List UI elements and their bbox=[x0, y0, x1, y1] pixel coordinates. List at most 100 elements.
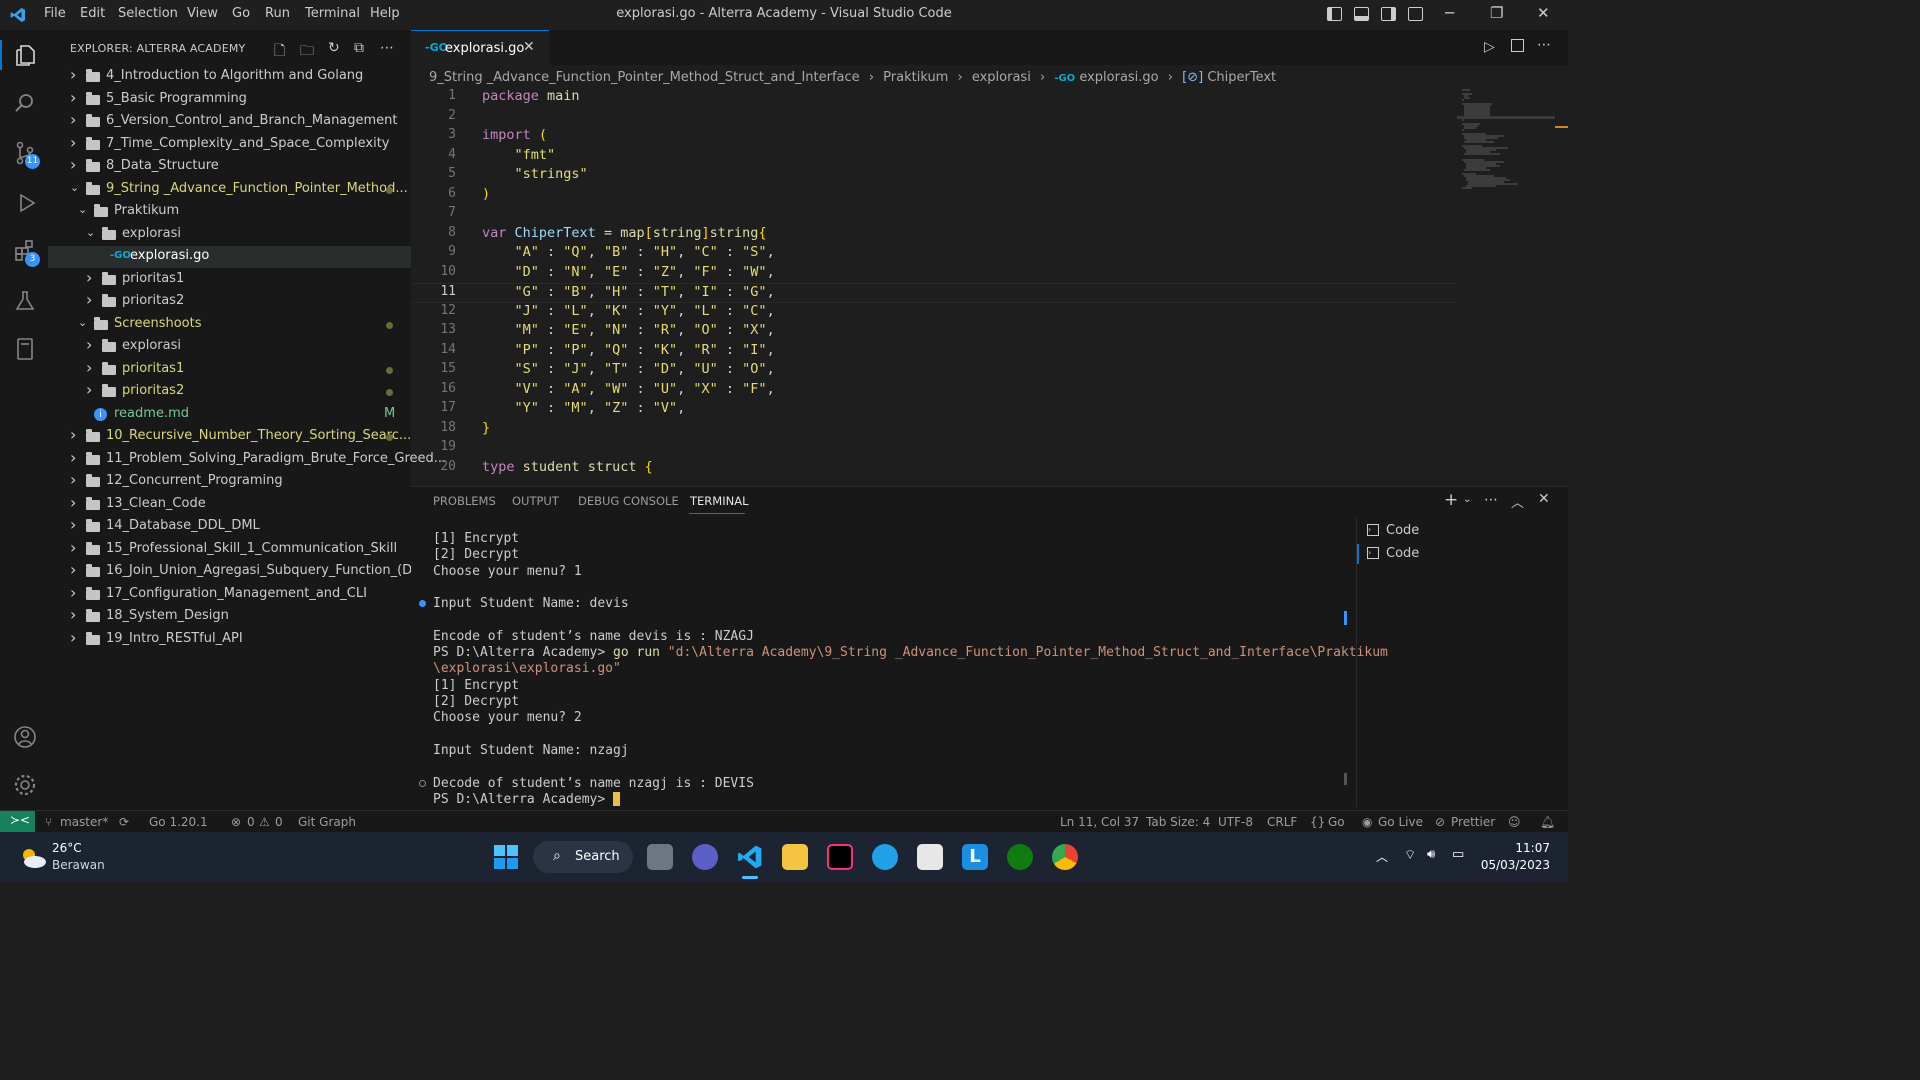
git-branch[interactable]: master* bbox=[60, 815, 108, 829]
menu-terminal[interactable]: Terminal bbox=[305, 6, 360, 21]
menu-selection[interactable]: Selection bbox=[118, 6, 178, 21]
search-icon[interactable] bbox=[12, 90, 38, 116]
editor-more-icon[interactable]: ⋯ bbox=[1537, 37, 1551, 53]
restore-icon[interactable]: ❐ bbox=[1490, 4, 1503, 22]
tree-item[interactable]: › prioritas2 bbox=[48, 290, 411, 313]
wifi-icon[interactable]: ⌔ bbox=[1404, 847, 1416, 863]
show-hidden-icons-icon[interactable]: ︿ bbox=[1376, 848, 1388, 865]
remote-explorer-icon[interactable] bbox=[12, 336, 38, 362]
feedback-icon[interactable]: ☺ bbox=[1508, 815, 1521, 829]
code-line[interactable]: 18} bbox=[411, 420, 1456, 440]
tree-item[interactable]: › 19_Intro_RESTful_API bbox=[48, 628, 411, 651]
tree-item[interactable]: › 13_Clean_Code bbox=[48, 493, 411, 516]
chevron-right-icon[interactable]: › bbox=[70, 470, 82, 489]
chevron-right-icon[interactable]: › bbox=[70, 493, 82, 512]
edge-browser-icon[interactable] bbox=[872, 844, 898, 870]
line-ending[interactable]: CRLF bbox=[1267, 815, 1297, 829]
tree-item[interactable]: › 17_Configuration_Management_and_CLI bbox=[48, 583, 411, 606]
menu-view[interactable]: View bbox=[187, 6, 218, 21]
chevron-down-icon[interactable]: ⌄ bbox=[70, 181, 82, 194]
tree-item[interactable]: › 14_Database_DDL_DML bbox=[48, 515, 411, 538]
intellij-icon[interactable] bbox=[827, 844, 853, 870]
tree-item[interactable]: › 10_Recursive_Number_Theory_Sorting_Sear… bbox=[48, 425, 411, 448]
tree-item[interactable]: ⌄ 9_String _Advance_Function_Pointer_Meth… bbox=[48, 179, 411, 201]
code-line[interactable]: 6) bbox=[411, 186, 1456, 206]
terminal-instance[interactable]: › Code bbox=[1367, 545, 1567, 565]
close-tab-icon[interactable]: ✕ bbox=[523, 39, 535, 55]
chevron-down-icon[interactable]: ⌄ bbox=[1463, 494, 1471, 505]
prettier[interactable]: Prettier bbox=[1451, 815, 1495, 829]
terminal-scrollbar[interactable] bbox=[1344, 773, 1347, 785]
encoding[interactable]: UTF-8 bbox=[1218, 815, 1253, 829]
code-line[interactable]: 13 "M" : "E", "N" : "R", "O" : "X", bbox=[411, 322, 1456, 342]
terminal-instance[interactable]: › Code bbox=[1367, 522, 1567, 542]
tree-item[interactable]: › 7_Time_Complexity_and_Space_Complexity bbox=[48, 133, 411, 156]
chevron-right-icon[interactable]: › bbox=[70, 155, 82, 174]
l-app-icon[interactable]: L bbox=[962, 844, 988, 870]
tree-item[interactable]: › prioritas1 bbox=[48, 268, 411, 291]
language-mode[interactable]: Go bbox=[1328, 815, 1345, 829]
code-line[interactable]: 14 "P" : "P", "Q" : "K", "R" : "I", bbox=[411, 342, 1456, 362]
code-line[interactable]: 3 import ( bbox=[411, 127, 1456, 147]
tree-item[interactable]: › 11_Problem_Solving_Paradigm_Brute_Force… bbox=[48, 448, 446, 471]
warning-count[interactable]: 0 bbox=[275, 815, 283, 829]
microsoft-store-icon[interactable] bbox=[917, 844, 943, 870]
chevron-right-icon[interactable]: › bbox=[86, 358, 98, 377]
chevron-right-icon[interactable]: › bbox=[70, 110, 82, 129]
tree-item[interactable]: › 5_Basic Programming bbox=[48, 88, 411, 111]
close-panel-icon[interactable]: ✕ bbox=[1538, 491, 1550, 507]
tree-item[interactable]: › 8_Data_Structure bbox=[48, 155, 411, 178]
chevron-right-icon[interactable]: › bbox=[70, 65, 82, 84]
code-line[interactable]: 10 "D" : "N", "E" : "Z", "F" : "W", bbox=[411, 264, 1456, 284]
tree-item[interactable]: › prioritas2 bbox=[48, 380, 411, 403]
tree-item[interactable]: -GO explorasi.go bbox=[48, 246, 411, 268]
chevron-right-icon[interactable]: › bbox=[86, 290, 98, 309]
clock-date[interactable]: 05/03/2023 bbox=[1480, 858, 1550, 872]
taskbar-search[interactable]: ⌕ Search bbox=[533, 841, 633, 873]
chevron-right-icon[interactable]: › bbox=[70, 583, 82, 602]
minimize-icon[interactable]: ─ bbox=[1445, 4, 1454, 22]
close-window-icon[interactable]: ✕ bbox=[1537, 4, 1550, 22]
toggle-secondary-sidebar-icon[interactable] bbox=[1381, 7, 1396, 21]
code-line[interactable]: 4 "fmt" bbox=[411, 147, 1456, 167]
code-line[interactable]: 19 bbox=[411, 439, 1456, 459]
chevron-right-icon[interactable]: › bbox=[70, 448, 82, 467]
run-file-icon[interactable]: ▷ bbox=[1484, 39, 1495, 55]
minimap[interactable] bbox=[1456, 88, 1556, 228]
chevron-right-icon[interactable]: › bbox=[70, 425, 82, 444]
chevron-right-icon[interactable]: › bbox=[70, 538, 82, 557]
tab-debug-console[interactable]: DEBUG CONSOLE bbox=[578, 494, 679, 508]
refresh-icon[interactable]: ↻ bbox=[328, 40, 340, 56]
battery-icon[interactable]: ▭ bbox=[1452, 847, 1464, 862]
go-live[interactable]: Go Live bbox=[1378, 815, 1423, 829]
chevron-right-icon[interactable]: › bbox=[86, 268, 98, 287]
breadcrumb-symbol[interactable]: ChiperText bbox=[1207, 70, 1276, 85]
code-line[interactable]: 15 "S" : "J", "T" : "D", "U" : "O", bbox=[411, 361, 1456, 381]
explorer-icon[interactable] bbox=[12, 42, 38, 68]
tree-item[interactable]: › explorasi bbox=[48, 335, 411, 358]
split-editor-icon[interactable] bbox=[1511, 39, 1524, 52]
tree-item[interactable]: › prioritas1 bbox=[48, 358, 411, 381]
tree-item[interactable]: › 6_Version_Control_and_Branch_Management bbox=[48, 110, 411, 133]
more-actions-icon[interactable]: ⋯ bbox=[380, 40, 394, 56]
code-line[interactable]: 11 "G" : "B", "H" : "T", "I" : "G", bbox=[411, 283, 1456, 303]
cursor-position[interactable]: Ln 11, Col 37 bbox=[1060, 815, 1139, 829]
code-line[interactable]: 16 "V" : "A", "W" : "U", "X" : "F", bbox=[411, 381, 1456, 401]
customize-layout-icon[interactable] bbox=[1408, 7, 1423, 21]
go-version[interactable]: Go 1.20.1 bbox=[149, 815, 208, 829]
task-view-icon[interactable] bbox=[647, 844, 673, 870]
new-terminal-icon[interactable]: + bbox=[1444, 490, 1458, 510]
chevron-right-icon[interactable]: › bbox=[70, 605, 82, 624]
command-decoration-icon[interactable] bbox=[419, 779, 426, 787]
windows-start-icon[interactable] bbox=[493, 844, 519, 870]
tab-explorasi-go[interactable]: -GO explorasi.go ✕ bbox=[411, 30, 549, 66]
menu-file[interactable]: File bbox=[44, 6, 66, 21]
file-explorer-icon[interactable] bbox=[782, 844, 808, 870]
tree-item[interactable]: › 4_Introduction to Algorithm and Golang bbox=[48, 65, 411, 88]
tab-problems[interactable]: PROBLEMS bbox=[433, 494, 496, 508]
code-line[interactable]: 2 bbox=[411, 108, 1456, 128]
menu-go[interactable]: Go bbox=[232, 6, 250, 21]
menu-edit[interactable]: Edit bbox=[80, 6, 105, 21]
remote-indicator[interactable]: ≻< bbox=[0, 811, 35, 833]
tree-item[interactable]: › 18_System_Design bbox=[48, 605, 411, 628]
